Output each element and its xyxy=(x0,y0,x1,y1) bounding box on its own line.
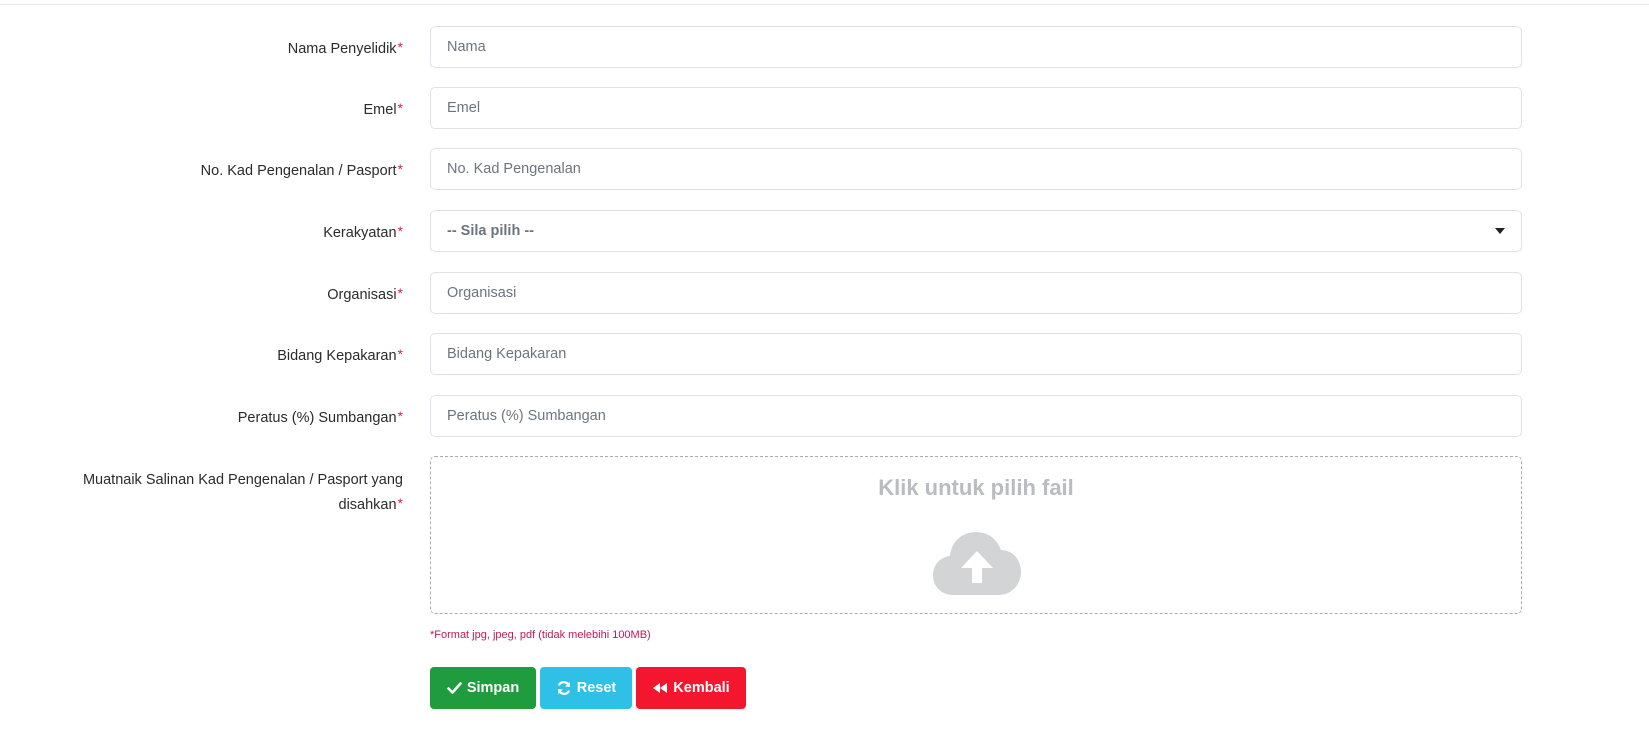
row-peratus-sumbangan: Peratus (%) Sumbangan* xyxy=(0,395,1649,437)
row-nama-penyelidik: Nama Penyelidik* xyxy=(0,26,1649,68)
refresh-icon xyxy=(557,681,570,695)
label-upload: Muatnaik Salinan Kad Pengenalan / Paspor… xyxy=(82,472,403,513)
top-divider xyxy=(0,4,1649,5)
row-bidang-kepakaran: Bidang Kepakaran* xyxy=(0,333,1649,375)
row-no-kad: No. Kad Pengenalan / Pasport* xyxy=(0,148,1649,190)
back-button[interactable]: Kembali xyxy=(636,667,746,709)
no-kad-field[interactable] xyxy=(430,148,1522,190)
required-marker: * xyxy=(397,408,403,424)
file-dropzone[interactable]: Klik untuk pilih fail xyxy=(430,456,1522,614)
required-marker: * xyxy=(397,285,403,301)
required-marker: * xyxy=(397,100,403,116)
back-button-label: Kembali xyxy=(673,680,730,696)
dropzone-text: Klik untuk pilih fail xyxy=(878,475,1074,500)
emel-field[interactable] xyxy=(430,87,1522,129)
reset-button-label: Reset xyxy=(576,680,617,696)
label-bidang-kepakaran: Bidang Kepakaran* xyxy=(277,346,403,364)
label-peratus-sumbangan: Peratus (%) Sumbangan* xyxy=(237,408,403,426)
emel-input[interactable] xyxy=(431,88,1521,128)
row-organisasi: Organisasi* xyxy=(0,272,1649,314)
upload-format-hint: *Format jpg, jpeg, pdf (tidak melebihi 1… xyxy=(430,629,651,641)
required-marker: * xyxy=(397,495,403,511)
organisasi-input[interactable] xyxy=(431,273,1521,313)
label-nama-penyelidik: Nama Penyelidik* xyxy=(287,39,403,57)
label-no-kad: No. Kad Pengenalan / Pasport* xyxy=(200,161,403,179)
kerakyatan-selected-value: -- Sila pilih -- xyxy=(447,223,534,239)
bidang-kepakaran-input[interactable] xyxy=(431,334,1521,374)
no-kad-input[interactable] xyxy=(431,149,1521,189)
row-kerakyatan: Kerakyatan* -- Sila pilih -- xyxy=(0,210,1649,252)
double-chevron-left-icon xyxy=(653,683,668,693)
row-emel: Emel* xyxy=(0,87,1649,129)
organisasi-field[interactable] xyxy=(430,272,1522,314)
peratus-sumbangan-field[interactable] xyxy=(430,395,1522,437)
bidang-kepakaran-field[interactable] xyxy=(430,333,1522,375)
required-marker: * xyxy=(397,346,403,362)
required-marker: * xyxy=(397,223,403,239)
cloud-upload-icon xyxy=(933,532,1021,595)
required-marker: * xyxy=(397,161,403,177)
required-marker: * xyxy=(397,39,403,55)
nama-penyelidik-input[interactable] xyxy=(431,27,1521,67)
researcher-form-page: Nama Penyelidik* Emel* No. Kad Pengenala… xyxy=(0,0,1649,735)
save-button-label: Simpan xyxy=(466,680,520,696)
label-organisasi: Organisasi* xyxy=(327,285,403,303)
kerakyatan-select[interactable]: -- Sila pilih -- xyxy=(430,210,1522,252)
peratus-sumbangan-input[interactable] xyxy=(431,396,1521,436)
save-button[interactable]: Simpan xyxy=(430,667,536,709)
check-icon xyxy=(447,682,462,694)
label-emel: Emel* xyxy=(363,100,404,118)
reset-button[interactable]: Reset xyxy=(540,667,632,709)
nama-penyelidik-field[interactable] xyxy=(430,26,1522,68)
caret-down-icon xyxy=(1495,228,1505,234)
label-kerakyatan: Kerakyatan* xyxy=(323,223,403,241)
